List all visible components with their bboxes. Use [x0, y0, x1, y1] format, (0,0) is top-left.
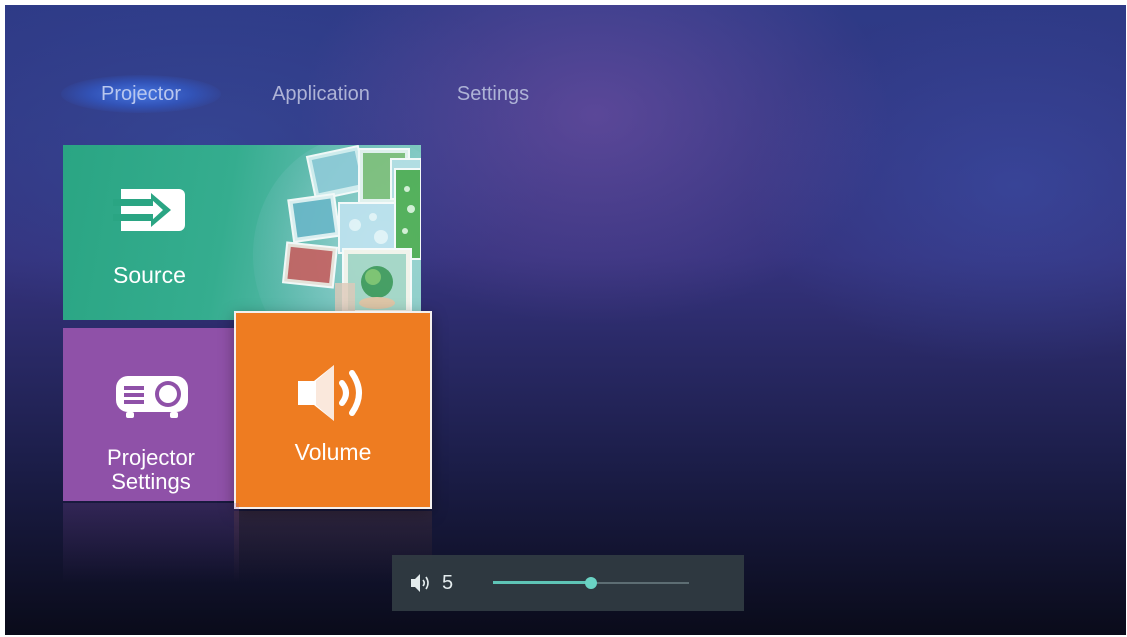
projector-settings-tile[interactable]: Projector Settings: [63, 328, 239, 501]
tab-application[interactable]: Application: [241, 77, 401, 111]
volume-slider-knob[interactable]: [585, 577, 597, 589]
volume-label: Volume: [294, 439, 372, 465]
projector-icon: [116, 376, 188, 418]
volume-value: 5: [442, 572, 454, 594]
launcher-screen: Projector Application Settings Source Pr…: [5, 5, 1126, 635]
volume-tile[interactable]: Volume: [234, 311, 432, 509]
volume-slider-fill: [493, 581, 591, 584]
source-label: Source: [113, 262, 186, 288]
projector-settings-label-line2: Settings: [111, 469, 191, 494]
projector-tile-reflection: [63, 503, 239, 583]
speaker-small-icon: [411, 574, 429, 592]
volume-osd: 5: [392, 555, 744, 611]
projector-settings-label-line1: Projector: [106, 445, 196, 470]
tab-projector[interactable]: Projector: [71, 77, 211, 111]
projector-settings-label: Projector Settings: [63, 446, 239, 494]
input-arrow-icon: [113, 189, 185, 231]
source-tile[interactable]: Source: [63, 145, 421, 320]
speaker-icon: [298, 365, 362, 421]
tab-settings[interactable]: Settings: [433, 77, 553, 111]
volume-slider[interactable]: [493, 575, 689, 591]
